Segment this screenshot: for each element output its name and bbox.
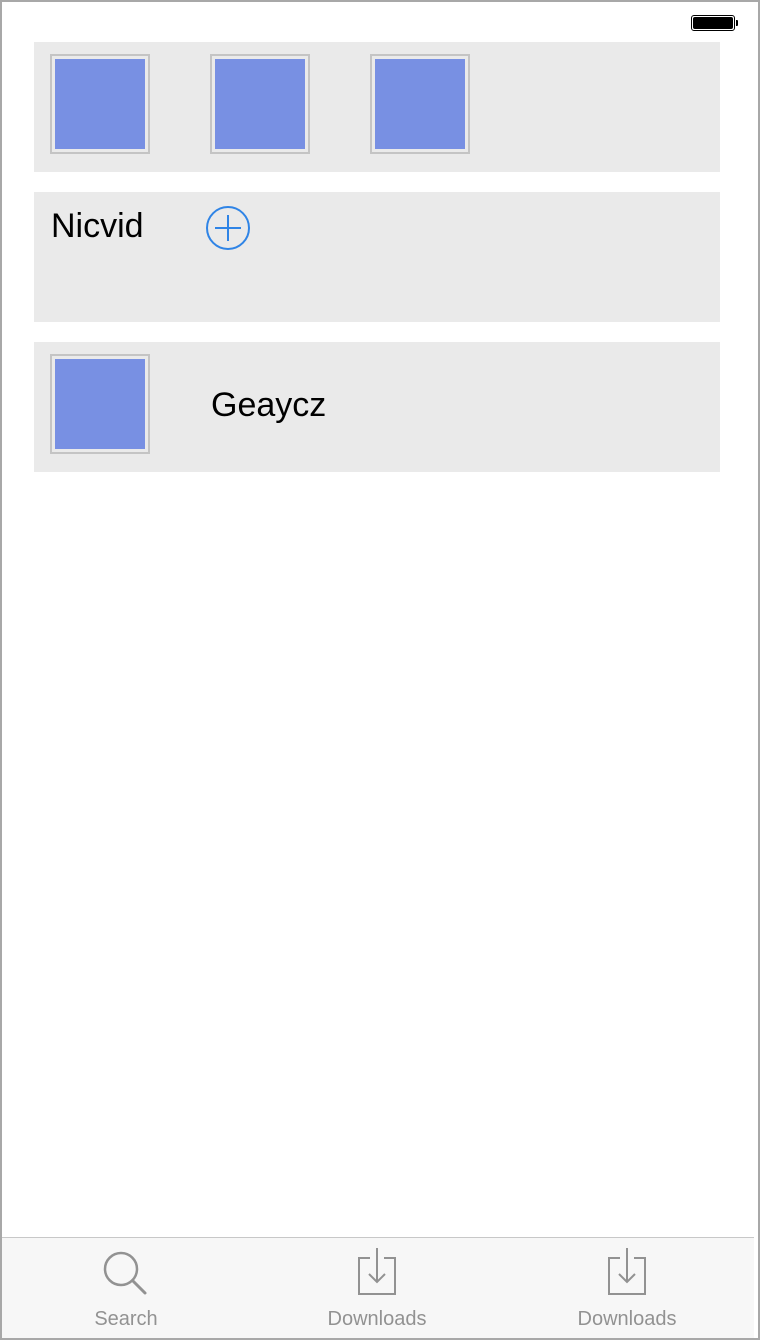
thumbnail-3[interactable]	[370, 54, 470, 154]
search-icon	[103, 1251, 147, 1295]
tab-downloads-label: Downloads	[327, 1308, 427, 1330]
item-label: Geaycz	[211, 386, 327, 424]
download-icon	[358, 1248, 396, 1295]
item-thumbnail	[50, 354, 150, 454]
add-cell-title: Nicvid	[51, 207, 144, 245]
thumbnail-1[interactable]	[50, 54, 150, 154]
battery-icon	[691, 15, 738, 31]
status-bar	[2, 2, 754, 42]
tab-search-label: Search	[94, 1308, 158, 1330]
app-screen: Nicvid Geaycz Search Downloads Downloads	[0, 0, 760, 1340]
tab-downloads[interactable]: Downloads	[303, 1238, 451, 1338]
tab-downloads-2[interactable]: Downloads	[553, 1238, 701, 1338]
tab-bar: Search Downloads Downloads	[2, 1237, 754, 1338]
thumbnail-2[interactable]	[210, 54, 310, 154]
tab-downloads-2-label: Downloads	[577, 1308, 677, 1330]
gallery-cell	[34, 42, 720, 172]
item-cell[interactable]: Geaycz	[34, 342, 720, 472]
add-cell: Nicvid	[34, 192, 720, 322]
tab-search[interactable]: Search	[52, 1238, 200, 1338]
download-icon	[608, 1248, 646, 1295]
plus-circle-icon[interactable]	[205, 205, 251, 251]
